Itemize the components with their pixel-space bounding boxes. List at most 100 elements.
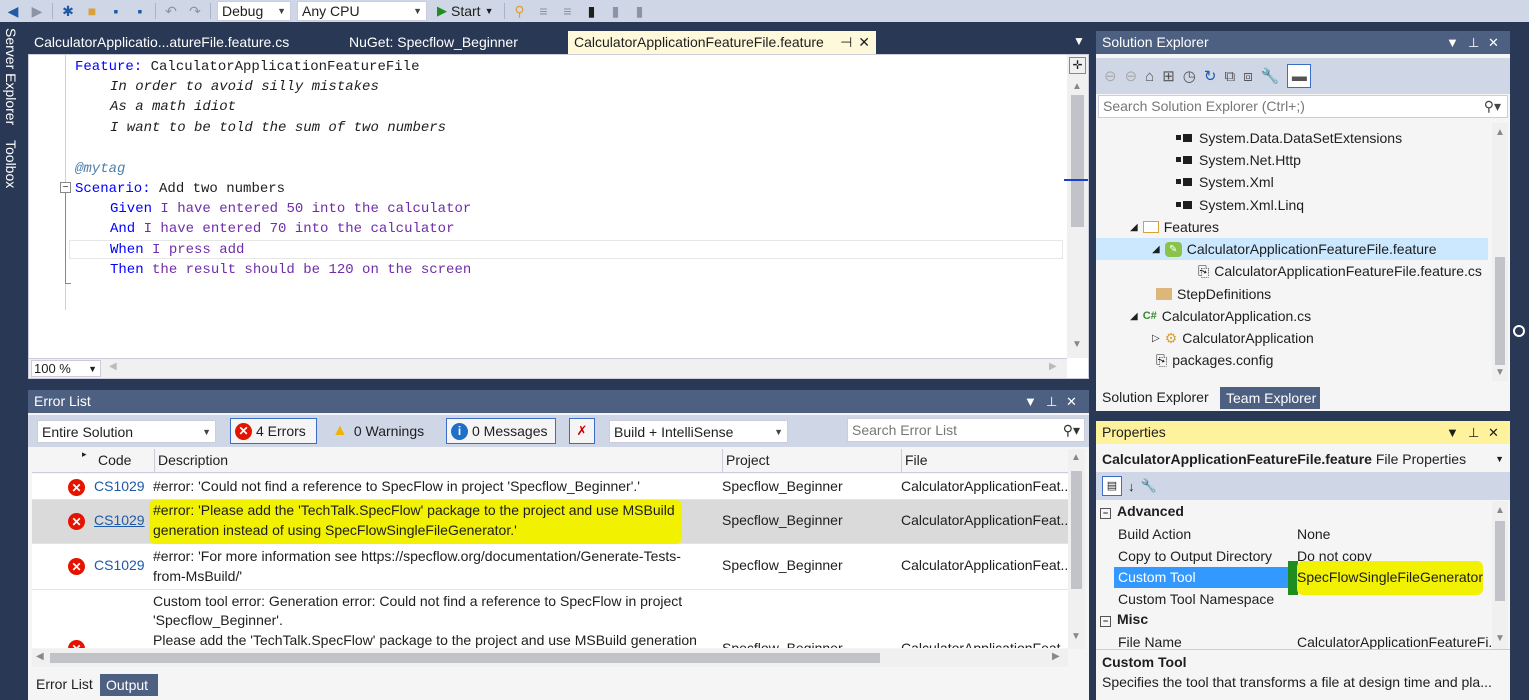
open-file-icon[interactable]: ■ [83, 2, 101, 20]
split-icon[interactable]: ✛ [1069, 57, 1086, 74]
solution-config-select[interactable]: Debug ▼ [217, 1, 291, 21]
table-row[interactable]: ✕ Custom tool error: Generation error: C… [32, 590, 1068, 648]
home-icon[interactable]: ⌂ [1145, 68, 1154, 85]
collapse-icon[interactable]: − [1100, 616, 1111, 627]
undo-icon[interactable]: ↶ [162, 2, 180, 20]
scroll-thumb[interactable] [50, 653, 880, 663]
bookmark-icon[interactable]: ▮ [583, 2, 601, 20]
scroll-thumb[interactable] [1071, 95, 1084, 227]
close-icon[interactable]: ✕ [1488, 421, 1499, 444]
tab-output[interactable]: Output [100, 674, 158, 696]
error-horizontal-scrollbar[interactable]: ◀ ▶ [32, 649, 1068, 667]
tree-item-reference[interactable]: System.Net.Http [1176, 149, 1301, 171]
switch-view-icon[interactable]: ⊞ [1162, 67, 1175, 85]
collapse-icon[interactable]: − [60, 182, 71, 193]
expand-arrow-icon[interactable]: ◢ [1152, 244, 1160, 255]
scroll-thumb[interactable] [1495, 521, 1505, 601]
object-selector[interactable]: CalculatorApplicationFeatureFile.feature… [1096, 447, 1510, 471]
new-project-icon[interactable]: ✱ [59, 2, 77, 20]
toolbox-tab[interactable]: Toolbox [3, 140, 19, 188]
tab-solution-explorer[interactable]: Solution Explorer [1096, 385, 1217, 409]
section-advanced[interactable]: − Advanced [1100, 503, 1184, 519]
tab-feature-file[interactable]: CalculatorApplicationFeatureFile.feature… [568, 31, 876, 54]
property-scrollbar[interactable]: ▲ ▼ [1492, 501, 1508, 649]
solution-search-input[interactable]: Search Solution Explorer (Ctrl+;) ⚲▾ [1098, 95, 1508, 118]
tab-error-list[interactable]: Error List [32, 673, 96, 696]
tree-item-reference[interactable]: System.Data.DataSetExtensions [1176, 127, 1402, 149]
tree-item-feature-cs[interactable]: ⎘ CalculatorApplicationFeatureFile.featur… [1198, 260, 1482, 282]
scroll-up-icon[interactable]: ▲ [1495, 127, 1505, 138]
scroll-down-icon[interactable]: ▼ [1071, 631, 1081, 642]
tree-scrollbar[interactable]: ▲ ▼ [1492, 123, 1508, 381]
error-code[interactable]: CS1029 [94, 478, 145, 494]
scroll-left-icon[interactable]: ◀ [36, 651, 44, 662]
property-row[interactable]: Build Action None [1114, 524, 1490, 545]
col-file[interactable]: File [905, 452, 928, 468]
categorized-icon[interactable]: ▤ [1102, 476, 1122, 496]
scroll-thumb[interactable] [1071, 471, 1082, 589]
show-all-files-icon[interactable]: ⧈ [1243, 68, 1253, 85]
start-button[interactable]: ▶ Start ▼ [433, 3, 498, 19]
find-icon[interactable]: ⚲ [511, 2, 529, 20]
close-icon[interactable]: ✕ [1066, 390, 1077, 413]
col-code[interactable]: Code [98, 452, 131, 468]
platform-select[interactable]: Any CPU ▼ [297, 1, 427, 21]
tab-team-explorer[interactable]: Team Explorer [1220, 387, 1320, 409]
errors-filter-button[interactable]: ✕ 4 Errors [230, 418, 317, 444]
scroll-right-icon[interactable]: ▶ [1052, 651, 1060, 662]
collapse-all-icon[interactable]: ⧉ [1224, 68, 1235, 85]
comment-icon[interactable]: ≡ [559, 2, 577, 20]
warnings-filter-button[interactable]: ▲ 0 Warnings [328, 418, 434, 444]
tree-item-reference[interactable]: System.Xml.Linq [1176, 194, 1304, 216]
sort-icon[interactable]: ▸ [82, 449, 87, 460]
refresh-icon[interactable]: ↻ [1204, 67, 1217, 85]
dropdown-icon[interactable]: ▼ [1446, 421, 1459, 444]
error-vertical-scrollbar[interactable]: ▲ ▼ [1068, 449, 1085, 649]
zoom-select[interactable]: 100 % ▼ [31, 360, 101, 377]
pin-icon[interactable]: ⊥ [1046, 390, 1057, 413]
scroll-down-icon[interactable]: ▼ [1495, 633, 1505, 644]
property-grid[interactable]: − Advanced Build Action None Copy to Outpu… [1096, 501, 1492, 649]
history-icon[interactable]: ◷ [1183, 67, 1196, 85]
editor-vertical-scrollbar[interactable]: ✛ ▲ ▼ [1064, 55, 1088, 358]
save-icon[interactable]: ▪ [107, 2, 125, 20]
filter-toggle-button[interactable]: ✗ [569, 418, 595, 444]
bookmark-prev-icon[interactable]: ▮ [607, 2, 625, 20]
scroll-thumb[interactable] [1495, 257, 1505, 365]
scroll-down-icon[interactable]: ▼ [1072, 339, 1082, 350]
tab-feature-cs[interactable]: CalculatorApplicatio...atureFile.feature… [28, 31, 328, 54]
expand-arrow-icon[interactable]: ◢ [1130, 222, 1138, 233]
collapse-icon[interactable]: − [1100, 508, 1111, 519]
tree-item-cs-file[interactable]: ◢ C# CalculatorApplication.cs [1130, 305, 1311, 327]
scroll-right-icon[interactable]: ▶ [1049, 361, 1057, 372]
collapse-arrow-icon[interactable]: ▷ [1152, 333, 1160, 344]
table-row[interactable]: ✕ CS1029 #error: 'Could not find a refer… [32, 474, 1072, 500]
tab-nuget[interactable]: NuGet: Specflow_Beginner [343, 31, 558, 54]
tree-item-reference[interactable]: System.Xml [1176, 171, 1274, 193]
pin-icon[interactable]: ⊥ [1468, 421, 1479, 444]
save-all-icon[interactable]: ▪ [131, 2, 149, 20]
table-row[interactable]: ✕ CS1029 #error: 'For more information s… [32, 544, 1072, 590]
tree-item-class[interactable]: ▷ ⚙ CalculatorApplication [1152, 327, 1314, 349]
messages-filter-button[interactable]: i0 Messages [446, 418, 556, 444]
error-code[interactable]: CS1029 [94, 557, 145, 573]
dropdown-icon[interactable]: ▼ [1446, 31, 1459, 54]
back-icon[interactable]: ◀ [4, 2, 22, 20]
server-explorer-tab[interactable]: Server Explorer [3, 28, 19, 125]
scroll-up-icon[interactable]: ▲ [1071, 452, 1081, 463]
solution-tree[interactable]: System.Data.DataSetExtensions System.Net… [1096, 123, 1492, 381]
properties-icon[interactable]: 🔧 [1261, 67, 1280, 85]
tree-item-features-folder[interactable]: ◢ Features [1130, 216, 1219, 238]
property-row-selected[interactable]: Custom Tool SpecFlowSingleFileGenerator [1114, 561, 1490, 595]
scroll-down-icon[interactable]: ▼ [1495, 367, 1505, 378]
error-code[interactable]: CS1029 [94, 512, 145, 528]
code-editor[interactable]: − Feature: CalculatorApplicationFeatureF… [28, 54, 1089, 379]
property-row[interactable]: Custom Tool Namespace [1114, 589, 1490, 610]
section-misc[interactable]: − Misc [1100, 611, 1148, 627]
col-project[interactable]: Project [726, 452, 770, 468]
build-filter-select[interactable]: Build + IntelliSense ▼ [609, 420, 788, 443]
property-pages-icon[interactable]: 🔧 [1141, 478, 1157, 494]
close-icon[interactable]: ✕ [858, 31, 870, 54]
forward-icon[interactable]: ▶ [28, 2, 46, 20]
redo-icon[interactable]: ↷ [186, 2, 204, 20]
